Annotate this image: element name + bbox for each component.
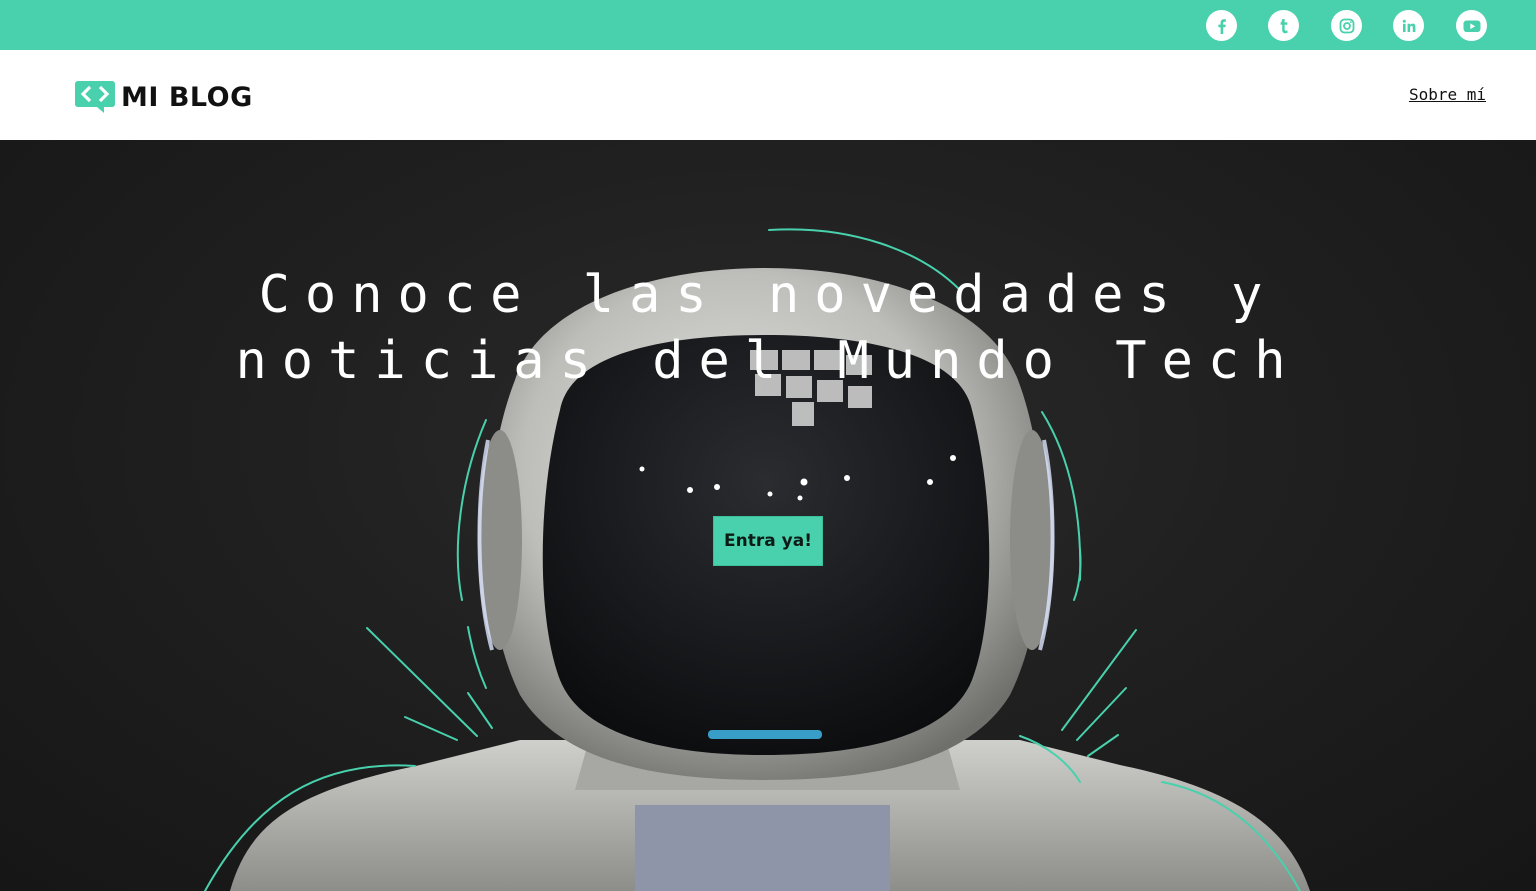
youtube-link[interactable] bbox=[1456, 10, 1487, 41]
instagram-icon bbox=[1339, 18, 1354, 33]
hero-title-line-1: Conoce las novedades y bbox=[258, 265, 1278, 325]
linkedin-link[interactable] bbox=[1393, 10, 1424, 41]
facebook-icon bbox=[1217, 18, 1226, 34]
tumblr-link[interactable] bbox=[1268, 10, 1299, 41]
enter-button[interactable]: Entra ya! bbox=[713, 516, 823, 566]
social-bar bbox=[0, 0, 1536, 50]
instagram-link[interactable] bbox=[1331, 10, 1362, 41]
site-header: MI BLOG Sobre mí bbox=[0, 50, 1536, 140]
hero-title-line-2: noticias del Mundo Tech bbox=[235, 331, 1301, 391]
tumblr-icon bbox=[1280, 18, 1287, 33]
code-bubble-icon bbox=[75, 81, 115, 113]
youtube-icon bbox=[1463, 20, 1480, 32]
logo-text: MI BLOG bbox=[121, 81, 253, 113]
linkedin-icon bbox=[1402, 19, 1415, 32]
hero-section: Conoce las novedades y noticias del Mund… bbox=[0, 140, 1536, 891]
nav-about-link[interactable]: Sobre mí bbox=[1409, 85, 1486, 104]
site-logo[interactable]: MI BLOG bbox=[75, 80, 253, 114]
facebook-link[interactable] bbox=[1206, 10, 1237, 41]
hero-title: Conoce las novedades y noticias del Mund… bbox=[0, 262, 1536, 394]
